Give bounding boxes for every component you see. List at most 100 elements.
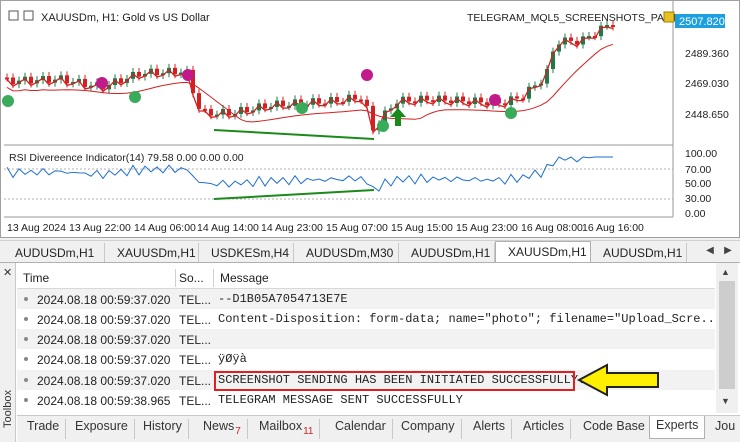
price-tick: 2489.360: [685, 48, 729, 60]
tab-scroll-left-icon[interactable]: ◀: [704, 245, 716, 259]
close-icon[interactable]: ✕: [3, 266, 12, 279]
candle-body: [515, 96, 519, 99]
candles-layer: [5, 21, 615, 135]
chart-tab[interactable]: AUDUSDm,M30: [294, 243, 399, 263]
scroll-up-icon[interactable]: ▲: [721, 267, 730, 277]
scroll-down-icon[interactable]: ▼: [721, 396, 730, 406]
candle-body: [119, 78, 123, 83]
log-bullet-icon: [24, 317, 28, 321]
tab-mailbox[interactable]: Mailbox11: [253, 419, 321, 439]
column-header-time[interactable]: Time: [23, 271, 49, 285]
scrollbar-thumb[interactable]: [719, 281, 735, 389]
time-tick: 13 Aug 2024: [7, 222, 66, 234]
log-row[interactable]: 2024.08.18 00:59:37.020 TEL... --D1B05A7…: [17, 289, 715, 309]
log-time: 2024.08.18 00:59:37.020: [37, 353, 171, 367]
news-count-badge: 7: [235, 426, 241, 437]
chart-tab[interactable]: AUDUSDm,H1: [399, 243, 495, 263]
time-tick: 15 Aug 15:00: [391, 222, 453, 234]
log-time: 2024.08.18 00:59:37.020: [37, 374, 171, 388]
rsi-tick: 30.00: [685, 193, 711, 205]
tab-articles[interactable]: Articles: [517, 419, 571, 439]
chart-tab[interactable]: AUDUSDm,H1: [3, 243, 105, 263]
column-divider[interactable]: [213, 269, 214, 287]
bullish-marker: [377, 120, 389, 132]
candle-body: [335, 97, 339, 102]
log-source: TEL...: [179, 313, 212, 327]
tab-label: Company: [401, 419, 455, 433]
chart-window[interactable]: XAUUSDm, H1: Gold vs US Dollar TELEGRAM_…: [0, 0, 740, 238]
candle-body: [245, 107, 249, 113]
chart-tab-active[interactable]: XAUUSDm,H1: [495, 241, 591, 263]
log-message: TELEGRAM MESSAGE SENT SUCCESSFULLY: [218, 393, 463, 407]
log-source: TEL...: [179, 353, 212, 367]
log-message: Content-Disposition: form-data; name="ph…: [218, 312, 723, 326]
price-tick: 2448.650: [685, 109, 729, 121]
price-chart[interactable]: XAUUSDm, H1: Gold vs US Dollar TELEGRAM_…: [1, 1, 740, 239]
candle-body: [353, 94, 357, 100]
tab-exposure[interactable]: Exposure: [69, 419, 135, 439]
tab-news[interactable]: News7: [197, 419, 248, 439]
current-price-label: 2507.820: [679, 16, 725, 28]
column-header-source[interactable]: So...: [179, 271, 204, 285]
yellow-arrow-icon: [577, 363, 659, 397]
log-scrollbar[interactable]: ▲ ▼: [716, 263, 738, 413]
rsi-divergence-line: [213, 189, 375, 200]
candle-body: [155, 68, 159, 76]
column-header-message[interactable]: Message: [220, 271, 269, 285]
tab-code-base[interactable]: Code Base: [577, 419, 652, 439]
rsi-tick: 0.00: [685, 208, 706, 220]
chart-tabs-bar: AUDUSDm,H1 XAUUSDm,H1 USDKESm,H4 AUDUSDm…: [0, 240, 740, 263]
chart-tab[interactable]: XAUUSDm,H1: [105, 243, 199, 263]
time-tick: 16 Aug 08:00: [521, 222, 583, 234]
tab-label: Mailbox: [259, 419, 303, 433]
log-bullet-icon: [24, 297, 28, 301]
candle-body: [137, 71, 141, 77]
time-tick: 15 Aug 23:00: [456, 222, 518, 234]
candle-body: [569, 37, 573, 41]
candle-body: [5, 77, 9, 80]
log-source: TEL...: [179, 374, 212, 388]
bullish-marker: [2, 95, 14, 107]
tab-label: Calendar: [335, 419, 386, 433]
tab-alerts[interactable]: Alerts: [467, 419, 512, 439]
time-tick: 13 Aug 22:00: [69, 222, 131, 234]
tab-label: Alerts: [473, 419, 505, 433]
log-row[interactable]: 2024.08.18 00:59:37.020 TEL...: [17, 329, 715, 349]
tab-calendar[interactable]: Calendar: [329, 419, 393, 439]
log-bullet-icon: [24, 337, 28, 341]
expert-advisor-title: TELEGRAM_MQL5_SCREENSHOTS_PART3: [467, 12, 684, 24]
toolbox-sidebar: ✕ Toolbox: [0, 263, 16, 442]
tab-scroll-right-icon[interactable]: ▶: [722, 245, 734, 259]
price-tick: 2469.030: [685, 78, 729, 90]
candle-body: [443, 95, 447, 101]
tab-journal[interactable]: Jou: [709, 419, 740, 439]
mailbox-count-badge: 11: [303, 426, 314, 437]
toolbox-label: Toolbox: [2, 390, 14, 428]
chart-tab[interactable]: USDKESm,H4: [199, 243, 294, 263]
chart-tab[interactable]: AUDUSDm,H1: [591, 243, 687, 263]
bearish-marker: [361, 69, 373, 81]
tab-label: Jou: [715, 419, 736, 433]
candle-body: [83, 78, 87, 87]
tab-label: Trade: [27, 419, 60, 433]
tab-label: Experts: [656, 418, 699, 432]
log-row[interactable]: 2024.08.18 00:59:37.020 TEL... Content-D…: [17, 309, 722, 329]
tab-experts[interactable]: Experts: [649, 416, 706, 439]
price-divergence-line: [213, 129, 375, 140]
tab-label: Articles: [523, 419, 564, 433]
minimize-icon[interactable]: [8, 10, 19, 21]
log-time: 2024.08.18 00:59:37.020: [37, 313, 171, 327]
time-axis: 13 Aug 2024 13 Aug 22:00 14 Aug 06:00 14 Au…: [7, 222, 644, 234]
tab-trade[interactable]: Trade: [21, 419, 67, 439]
rsi-tick: 70.00: [685, 164, 711, 176]
log-time: 2024.08.18 00:59:37.020: [37, 333, 171, 347]
candle-body: [407, 96, 411, 102]
column-divider[interactable]: [175, 269, 176, 287]
chart-window-buttons[interactable]: [8, 10, 34, 21]
chart-symbol-title: XAUUSDm, H1: Gold vs US Dollar: [41, 12, 210, 24]
tab-history[interactable]: History: [137, 419, 189, 439]
tab-company[interactable]: Company: [395, 419, 462, 439]
candle-body: [29, 76, 33, 84]
time-tick: 16 Aug 16:00: [582, 222, 644, 234]
trade-icon[interactable]: [23, 10, 34, 21]
